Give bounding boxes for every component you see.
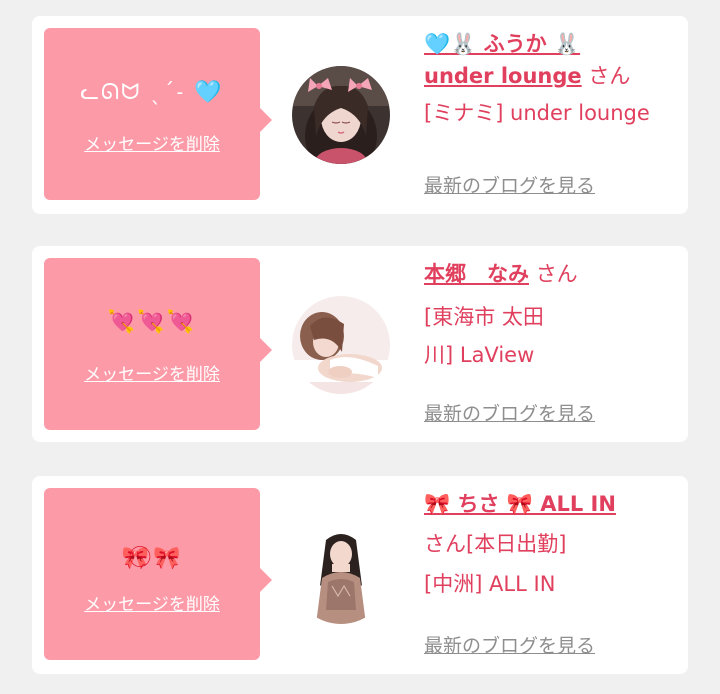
cast-name-second: under lounge	[424, 64, 582, 88]
shop-name: [東海市 太田 川] LaView	[424, 298, 680, 374]
message-text: ᓚᘏᗢ ˎˊ˗ 🩵	[80, 80, 224, 105]
avatar[interactable]	[292, 526, 390, 624]
shop-name-line-2: 川] LaView	[424, 343, 535, 367]
message-bubble: 💘💘💘 メッセージを削除	[44, 258, 272, 430]
cast-name-link[interactable]: 🩵🐰 ふうか 🐰 under lounge	[424, 32, 582, 88]
message-card: 💘💘💘 メッセージを削除 本郷 なみ さん [東海市 太田 川] LaView …	[32, 246, 688, 442]
lying-woman-avatar	[292, 296, 390, 394]
latest-blog-link[interactable]: 最新のブログを見る	[424, 171, 595, 198]
delete-message-link[interactable]: メッセージを削除	[44, 360, 260, 385]
status-text: さん[本日出勤]	[424, 532, 567, 556]
message-bubble: ᓚᘏᗢ ˎˊ˗ 🩵 メッセージを削除	[44, 28, 272, 200]
honorific: さん	[588, 64, 631, 88]
avatar[interactable]	[292, 296, 390, 394]
latest-blog-link[interactable]: 最新のブログを見る	[424, 399, 595, 426]
shop-name-line-1: [東海市 太田	[424, 305, 544, 329]
cast-info: 🩵🐰 ふうか 🐰 under lounge さん [ミナミ] under loun…	[424, 28, 680, 134]
message-card: ᓚᘏᗢ ˎˊ˗ 🩵 メッセージを削除 🩵🐰 ふうか 🐰 under lounge …	[32, 16, 688, 214]
cast-name-link[interactable]: 本郷 なみ	[424, 262, 529, 286]
message-text: 🎀⃝🎀	[121, 546, 183, 571]
cast-name-line: 本郷 なみ さん	[424, 258, 680, 290]
shop-name: [中洲] ALL IN	[424, 572, 556, 596]
avatar[interactable]	[292, 66, 390, 164]
cast-info: 本郷 なみ さん [東海市 太田 川] LaView	[424, 258, 680, 374]
latest-blog-link[interactable]: 最新のブログを見る	[424, 631, 595, 658]
honorific: さん	[535, 262, 578, 286]
message-bubble: 🎀⃝🎀 メッセージを削除	[44, 488, 272, 660]
delete-message-link[interactable]: メッセージを削除	[44, 130, 260, 155]
bunny-ears-girl-avatar	[292, 66, 390, 164]
delete-message-link[interactable]: メッセージを削除	[44, 590, 260, 615]
standing-woman-avatar	[292, 526, 390, 624]
message-card: 🎀⃝🎀 メッセージを削除 🎀 ちさ 🎀 ALL IN さん[本日出勤] [中洲]…	[32, 476, 688, 674]
cast-name-line: 🎀 ちさ 🎀 ALL IN	[424, 488, 680, 520]
cast-info: 🎀 ちさ 🎀 ALL IN さん[本日出勤] [中洲] ALL IN	[424, 488, 680, 604]
message-text: 💘💘💘	[107, 310, 197, 335]
cast-name-link[interactable]: 🎀 ちさ 🎀 ALL IN	[424, 492, 616, 516]
cast-name-line: 🩵🐰 ふうか 🐰 under lounge さん	[424, 28, 680, 92]
cast-name-first: 🩵🐰 ふうか 🐰	[424, 32, 581, 56]
shop-name: [ミナミ] under lounge	[424, 101, 650, 125]
